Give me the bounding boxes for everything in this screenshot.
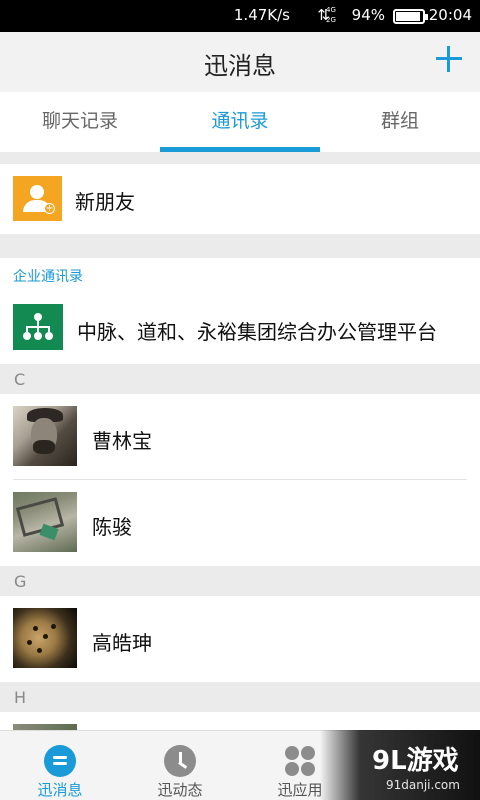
contact-name: 曹林宝: [92, 429, 152, 453]
add-button[interactable]: [434, 44, 464, 74]
separator: [0, 234, 480, 258]
watermark-logo-text: 9L游戏: [372, 746, 459, 776]
tab-bar: 聊天记录 通讯录 群组: [0, 92, 480, 152]
tab-chat-history[interactable]: 聊天记录: [0, 92, 160, 152]
app-header: 迅消息: [0, 32, 480, 92]
network-type-top: 4G: [326, 6, 336, 14]
contact-row[interactable]: 高皓珅: [0, 596, 480, 682]
contact-row[interactable]: 陈骏: [0, 480, 480, 566]
battery-percent: 94%: [351, 6, 385, 24]
tab-groups[interactable]: 群组: [320, 92, 480, 152]
clock-time: 20:04: [428, 6, 472, 24]
tab-label: 聊天记录: [41, 110, 118, 132]
nav-label: 迅消息: [37, 781, 83, 799]
index-letter-bar: H: [0, 682, 480, 712]
page-title: 迅消息: [204, 52, 276, 80]
section-title: 企业通讯录: [13, 269, 83, 285]
index-letter-bar: C: [0, 364, 480, 394]
contact-row[interactable]: 曹林宝: [0, 394, 480, 480]
new-friends-label: 新朋友: [75, 190, 135, 214]
add-user-icon: +: [13, 176, 62, 221]
tab-label: 群组: [380, 110, 419, 132]
enterprise-org-item[interactable]: 中脉、道和、永裕集团综合办公管理平台: [77, 316, 437, 345]
signal-icon: 4G 2G: [326, 5, 350, 27]
network-type-bottom: 2G: [326, 16, 336, 24]
org-chart-icon: [13, 304, 63, 350]
avatar: [13, 608, 77, 668]
battery-icon: [393, 9, 428, 24]
index-letter-bar: G: [0, 566, 480, 596]
tab-contacts[interactable]: 通讯录: [160, 92, 320, 152]
index-letter: C: [14, 370, 26, 389]
clock-icon: [164, 745, 196, 777]
index-letter: G: [14, 572, 27, 591]
nav-moments[interactable]: 迅动态: [120, 731, 240, 800]
battery-fill: [396, 12, 420, 21]
contact-name: 陈骏: [92, 515, 132, 539]
nav-label: 迅动态: [157, 781, 203, 799]
watermark-site: 91danji.com: [386, 778, 460, 792]
contact-name: 高皓珅: [92, 631, 152, 655]
network-speed: 1.47K/s: [233, 6, 290, 24]
tab-label: 通讯录: [211, 110, 269, 132]
status-bar: 1.47K/s ⇅ 4G 2G 94% 20:04: [0, 0, 480, 32]
index-letter: H: [14, 688, 27, 707]
apps-icon: [284, 745, 316, 777]
nav-messages[interactable]: 迅消息: [0, 731, 120, 800]
chat-bubble-icon: [44, 745, 76, 777]
new-friends-item[interactable]: + 新朋友: [0, 164, 480, 234]
avatar: [13, 492, 77, 552]
avatar: [13, 406, 77, 466]
watermark-logo: 9L游戏 91danji.com: [320, 730, 480, 800]
contact-row[interactable]: [0, 712, 480, 730]
separator: [0, 152, 480, 164]
enterprise-section: 企业通讯录 中脉、道和、永裕集团综合办公管理平台: [0, 258, 480, 364]
